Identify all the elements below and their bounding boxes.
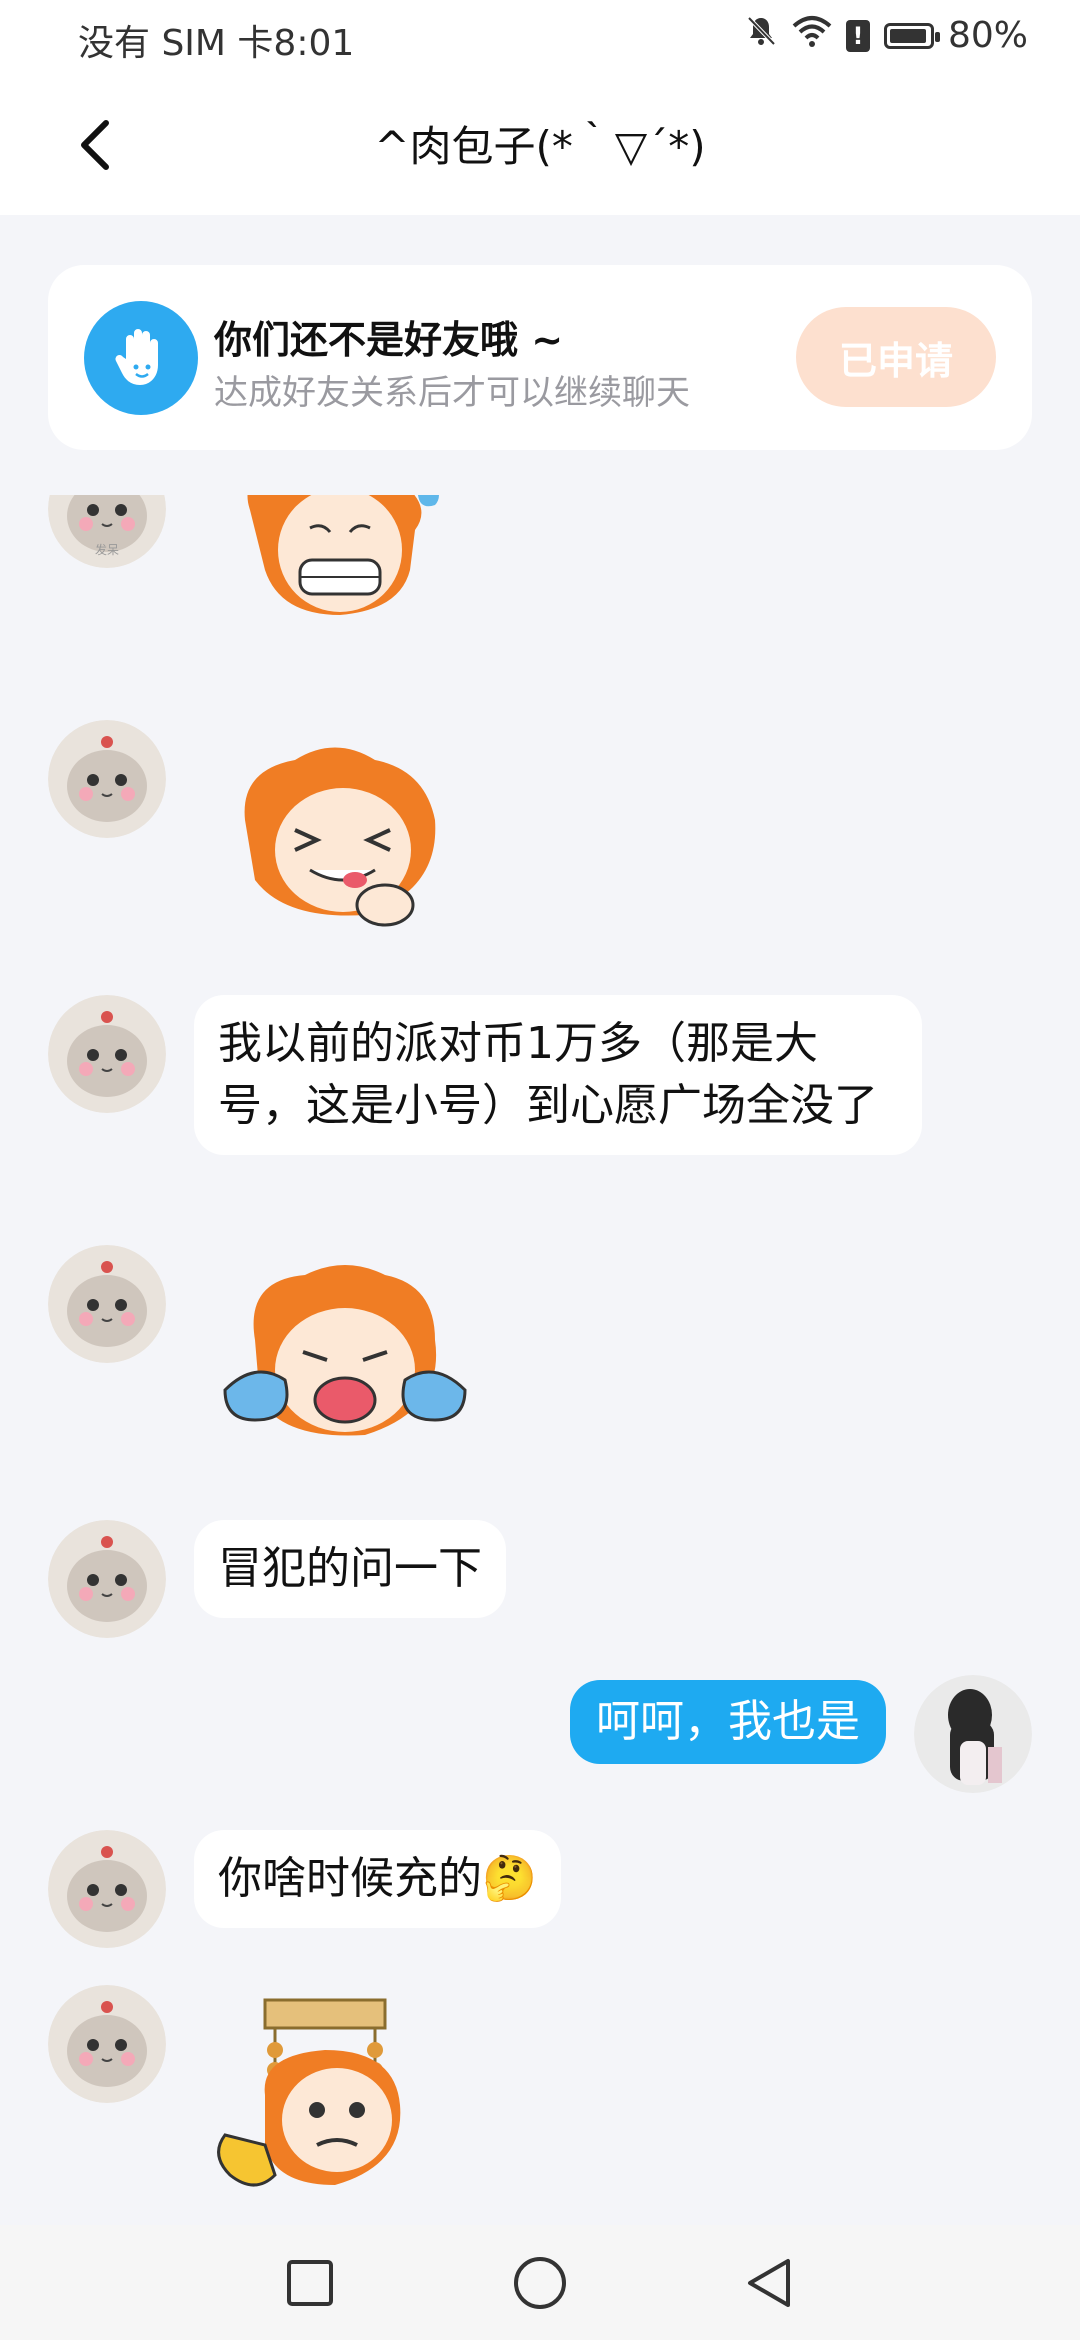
avatar[interactable] xyxy=(48,1830,166,1948)
carrier-time: 没有 SIM 卡8:01 xyxy=(78,23,355,64)
my-avatar[interactable] xyxy=(914,1675,1032,1793)
back-nav-button[interactable] xyxy=(740,2253,800,2313)
avatar[interactable] xyxy=(48,1520,166,1638)
sweat-grimace-sticker[interactable] xyxy=(230,495,500,680)
battery-percent: 80% xyxy=(947,15,1028,56)
wave-hand-icon xyxy=(84,301,198,415)
chat-messages[interactable]: 发呆 我以前的派对币1万多（那是大号，这是小号）到心愿广场全没了 冒犯的问一下 … xyxy=(0,495,1080,2225)
emperor-ok-sticker[interactable] xyxy=(205,1995,475,2215)
applied-button[interactable]: 已申请 xyxy=(796,307,996,407)
laughing-tongue-sticker[interactable] xyxy=(225,740,495,970)
page-title: ^肉包子(*｀▽´*) xyxy=(374,122,706,171)
system-nav-bar xyxy=(0,2225,1080,2340)
triangle-back-icon xyxy=(748,2259,790,2307)
banner-title: 你们还不是好友哦 ~ xyxy=(214,318,564,362)
bell-muted-icon xyxy=(744,14,778,57)
avatar[interactable] xyxy=(48,995,166,1113)
avatar[interactable] xyxy=(48,1985,166,2103)
home-button[interactable] xyxy=(510,2253,570,2313)
alert-icon: ! xyxy=(845,19,870,52)
message-bubble[interactable]: 冒犯的问一下 xyxy=(194,1520,506,1618)
friend-request-banner: 你们还不是好友哦 ~ 达成好友关系后才可以继续聊天 已申请 xyxy=(48,265,1032,450)
battery-icon xyxy=(883,22,940,49)
wifi-icon xyxy=(792,14,832,57)
status-bar: 没有 SIM 卡8:01 ! 80% xyxy=(0,0,1080,75)
status-icons: ! 80% xyxy=(744,14,1028,57)
message-bubble[interactable]: 你啥时候充的🤔 xyxy=(194,1830,561,1928)
avatar[interactable]: 发呆 xyxy=(48,495,166,568)
avatar-caption: 发呆 xyxy=(95,542,119,557)
avatar[interactable] xyxy=(48,720,166,838)
banner-subtitle: 达成好友关系后才可以继续聊天 xyxy=(214,373,690,413)
recents-button[interactable] xyxy=(280,2253,340,2313)
avatar[interactable] xyxy=(48,1245,166,1363)
my-message-bubble[interactable]: 呵呵，我也是 xyxy=(570,1680,886,1764)
chat-header: ^肉包子(*｀▽´*) xyxy=(0,75,1080,215)
message-bubble[interactable]: 我以前的派对币1万多（那是大号，这是小号）到心愿广场全没了 xyxy=(194,995,922,1155)
square-icon xyxy=(287,2260,333,2306)
circle-icon xyxy=(514,2257,566,2309)
crying-sticker[interactable] xyxy=(215,1260,485,1490)
